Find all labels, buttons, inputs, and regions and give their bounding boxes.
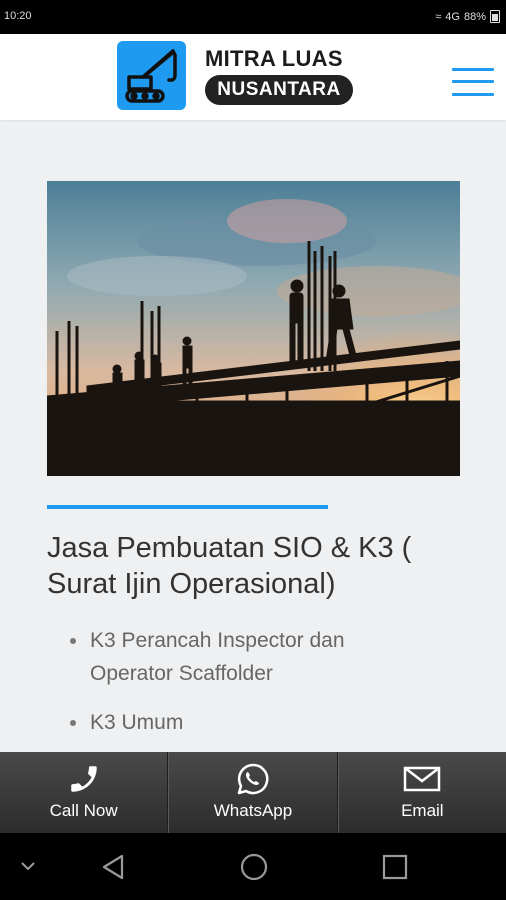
hero-image <box>47 181 460 476</box>
service-list: K3 Perancah Inspector dan Operator Scaff… <box>70 624 430 755</box>
status-bar: 10:20 ≈ 4G 88% <box>0 0 506 34</box>
email-label: Email <box>401 801 444 820</box>
back-icon[interactable] <box>100 853 126 886</box>
collapse-icon[interactable] <box>18 859 38 878</box>
list-item: K3 Perancah Inspector dan Operator Scaff… <box>70 624 430 690</box>
list-item: K3 Umum <box>70 706 430 739</box>
battery-icon <box>490 10 500 23</box>
recents-icon[interactable] <box>382 854 408 885</box>
hamburger-menu-icon[interactable] <box>452 66 494 98</box>
call-now-button[interactable]: Call Now <box>0 752 169 833</box>
system-nav-bar <box>0 833 506 900</box>
status-time: 10:20 <box>4 10 32 22</box>
phone-icon <box>67 762 101 796</box>
contact-bar: Call Now WhatsApp Email <box>0 752 506 833</box>
wifi-icon: ≈ <box>435 10 442 23</box>
call-now-label: Call Now <box>49 801 118 820</box>
title-accent-line <box>47 505 328 509</box>
whatsapp-label: WhatsApp <box>213 801 293 820</box>
home-icon[interactable] <box>239 852 269 887</box>
signal-label: 4G <box>445 10 460 23</box>
crane-logo-icon[interactable] <box>117 41 186 110</box>
battery-percent: 88% <box>463 10 486 23</box>
brand-name-line1[interactable]: MITRA LUAS <box>205 46 343 72</box>
whatsapp-icon <box>236 762 270 796</box>
email-icon <box>404 762 441 796</box>
brand-name-line2[interactable]: NUSANTARA <box>205 75 353 105</box>
page-title: Jasa Pembuatan SIO & K3 ( Surat Ijin Ope… <box>47 532 412 600</box>
whatsapp-button[interactable]: WhatsApp <box>168 752 338 833</box>
email-button[interactable]: Email <box>337 752 506 833</box>
